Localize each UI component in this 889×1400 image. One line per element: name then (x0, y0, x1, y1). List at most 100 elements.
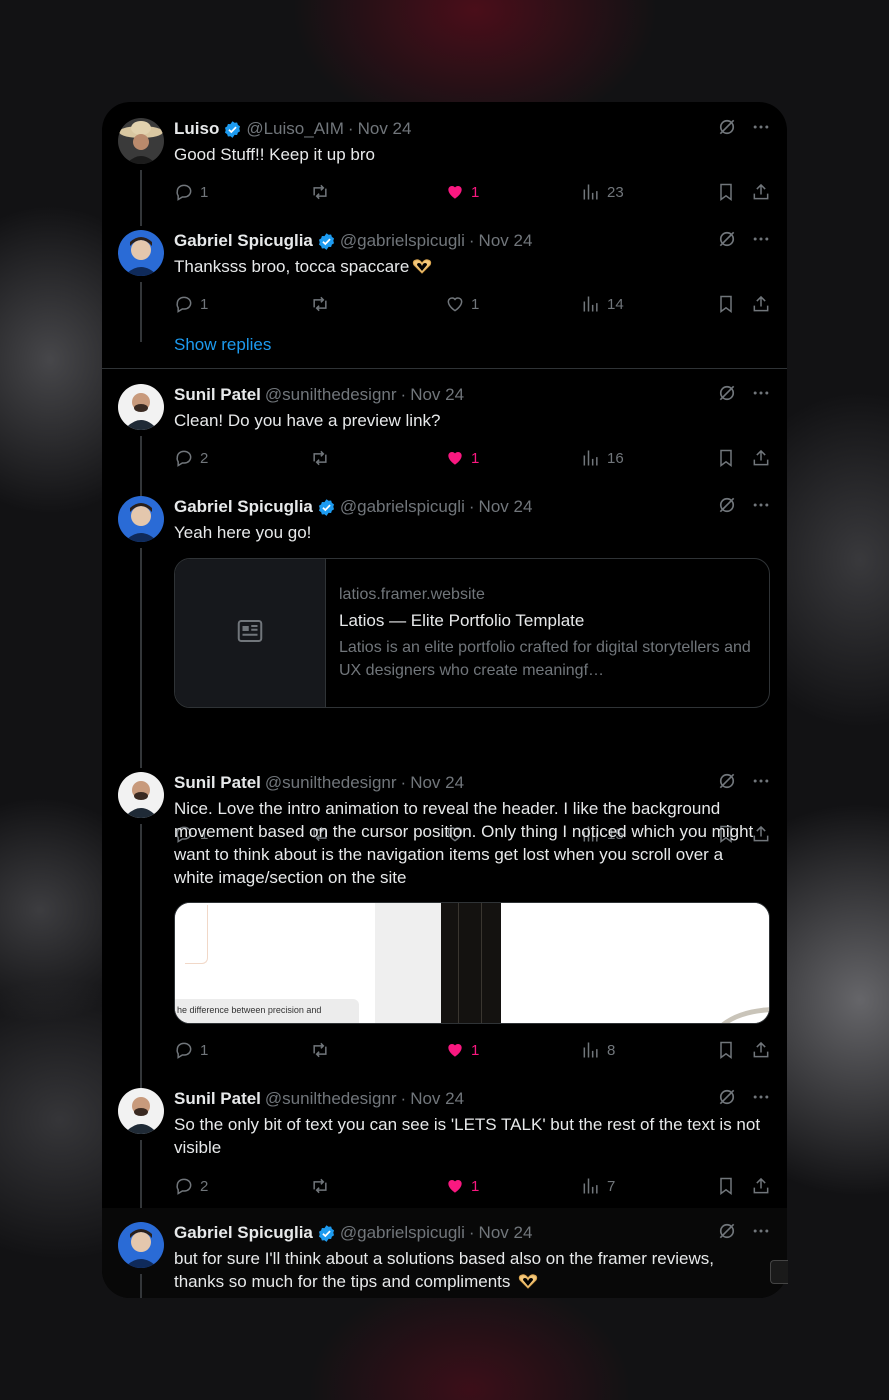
reply-button[interactable]: 1 (174, 181, 208, 203)
reply-count: 1 (200, 295, 209, 313)
handle[interactable]: @sunilthedesignr (265, 1089, 397, 1109)
more-options-icon[interactable] (751, 117, 771, 142)
avatar[interactable] (118, 772, 164, 818)
avatar[interactable] (118, 1222, 164, 1268)
reply-tweet[interactable]: Sunil Patel @sunilthedesignr · Nov 24 Cl… (102, 368, 787, 496)
share-button[interactable] (751, 447, 771, 469)
more-options-icon[interactable] (751, 771, 771, 796)
bookmark-button[interactable] (716, 293, 736, 315)
display-name[interactable]: Sunil Patel (174, 385, 261, 405)
reply-button[interactable]: 2 (174, 447, 208, 469)
share-button[interactable] (751, 1039, 771, 1061)
timestamp[interactable]: Nov 24 (479, 1223, 533, 1243)
reply-button[interactable]: 2 (174, 1175, 208, 1197)
handle[interactable]: @sunilthedesignr (265, 385, 397, 405)
tweet-text: Yeah here you go! (174, 523, 312, 542)
tweet-text: So the only bit of text you can see is '… (174, 1115, 761, 1157)
reply-button[interactable]: 1 (174, 293, 208, 315)
views-button[interactable]: 8 (581, 1039, 615, 1061)
like-count: 1 (471, 1041, 480, 1059)
handle[interactable]: @gabrielspicugli (340, 231, 465, 251)
more-options-icon[interactable] (751, 495, 771, 520)
tweet-text: Good Stuff!! Keep it up bro (174, 145, 375, 164)
grok-icon[interactable] (717, 383, 737, 408)
share-button[interactable] (751, 1175, 771, 1197)
avatar[interactable] (118, 230, 164, 276)
display-name[interactable]: Sunil Patel (174, 773, 261, 793)
timestamp[interactable]: Nov 24 (479, 231, 533, 251)
avatar[interactable] (118, 496, 164, 542)
bookmark-button[interactable] (716, 181, 736, 203)
like-button[interactable]: 1 (445, 447, 479, 469)
tweet-actions: 1 1 23 (174, 181, 771, 203)
like-button[interactable]: 1 (445, 293, 479, 315)
timestamp[interactable]: Nov 24 (479, 497, 533, 517)
repost-button[interactable] (310, 1039, 330, 1061)
thread-line (140, 548, 142, 768)
reply-tweet[interactable]: Sunil Patel @sunilthedesignr · Nov 24 So… (102, 1072, 787, 1222)
show-replies-link[interactable]: Show replies (174, 335, 271, 355)
reply-tweet[interactable]: Luiso @Luiso_AIM · Nov 24 Good Stuff!! K… (102, 102, 787, 226)
tweet-text: Thanksss broo, tocca spaccare (174, 255, 764, 280)
reply-tweet[interactable]: Gabriel Spicuglia @gabrielspicugli · Nov… (102, 1208, 787, 1298)
display-name[interactable]: Gabriel Spicuglia (174, 497, 313, 517)
grok-icon[interactable] (717, 1221, 737, 1246)
views-button[interactable]: 14 (581, 293, 624, 315)
more-options-icon[interactable] (751, 1221, 771, 1246)
like-count: 1 (471, 295, 480, 313)
handle[interactable]: @gabrielspicugli (340, 497, 465, 517)
grok-icon[interactable] (717, 771, 737, 796)
timestamp[interactable]: Nov 24 (410, 773, 464, 793)
heart-hands-emoji (411, 257, 433, 280)
grok-icon[interactable] (717, 229, 737, 254)
like-button[interactable]: 1 (445, 1175, 479, 1197)
reply-count: 2 (200, 1177, 209, 1195)
attached-image[interactable]: he difference between precision and (174, 902, 770, 1024)
heart-hands-emoji (517, 1272, 539, 1295)
timestamp[interactable]: Nov 24 (358, 119, 412, 139)
avatar[interactable] (118, 384, 164, 430)
bookmark-button[interactable] (716, 1175, 736, 1197)
tweet-header: Sunil Patel @sunilthedesignr · Nov 24 (174, 384, 771, 406)
repost-button[interactable] (310, 447, 330, 469)
handle[interactable]: @gabrielspicugli (340, 1223, 465, 1243)
tweet-header: Sunil Patel @sunilthedesignr · Nov 24 (174, 1088, 771, 1110)
more-options-icon[interactable] (751, 383, 771, 408)
repost-button[interactable] (310, 293, 330, 315)
like-button[interactable]: 1 (445, 181, 479, 203)
display-name[interactable]: Sunil Patel (174, 1089, 261, 1109)
link-thumbnail (175, 559, 326, 707)
grok-icon[interactable] (717, 495, 737, 520)
repost-button[interactable] (310, 1175, 330, 1197)
reply-button[interactable]: 1 (174, 1039, 208, 1061)
tweet-header: Gabriel Spicuglia @gabrielspicugli · Nov… (174, 496, 771, 518)
avatar[interactable] (118, 1088, 164, 1134)
reply-count: 1 (200, 183, 209, 201)
handle[interactable]: @Luiso_AIM (246, 119, 344, 139)
views-button[interactable]: 7 (581, 1175, 615, 1197)
bookmark-button[interactable] (716, 447, 736, 469)
display-name[interactable]: Gabriel Spicuglia (174, 231, 313, 251)
grok-icon[interactable] (717, 117, 737, 142)
repost-button[interactable] (310, 181, 330, 203)
timestamp[interactable]: Nov 24 (410, 385, 464, 405)
side-panel-tab[interactable] (770, 1260, 788, 1284)
link-preview-card[interactable]: latios.framer.website Latios — Elite Por… (174, 558, 770, 708)
display-name[interactable]: Luiso (174, 119, 219, 139)
views-button[interactable]: 23 (581, 181, 624, 203)
handle[interactable]: @sunilthedesignr (265, 773, 397, 793)
share-button[interactable] (751, 293, 771, 315)
tweet-header: Gabriel Spicuglia @gabrielspicugli · Nov… (174, 1222, 771, 1244)
like-button[interactable]: 1 (445, 1039, 479, 1061)
avatar[interactable] (118, 118, 164, 164)
tweet-actions: 1 1 8 (174, 1039, 771, 1061)
grok-icon[interactable] (717, 1087, 737, 1112)
share-button[interactable] (751, 181, 771, 203)
more-options-icon[interactable] (751, 229, 771, 254)
views-button[interactable]: 16 (581, 447, 624, 469)
display-name[interactable]: Gabriel Spicuglia (174, 1223, 313, 1243)
timestamp[interactable]: Nov 24 (410, 1089, 464, 1109)
tweet-actions: 2 1 16 (174, 447, 771, 469)
bookmark-button[interactable] (716, 1039, 736, 1061)
more-options-icon[interactable] (751, 1087, 771, 1112)
